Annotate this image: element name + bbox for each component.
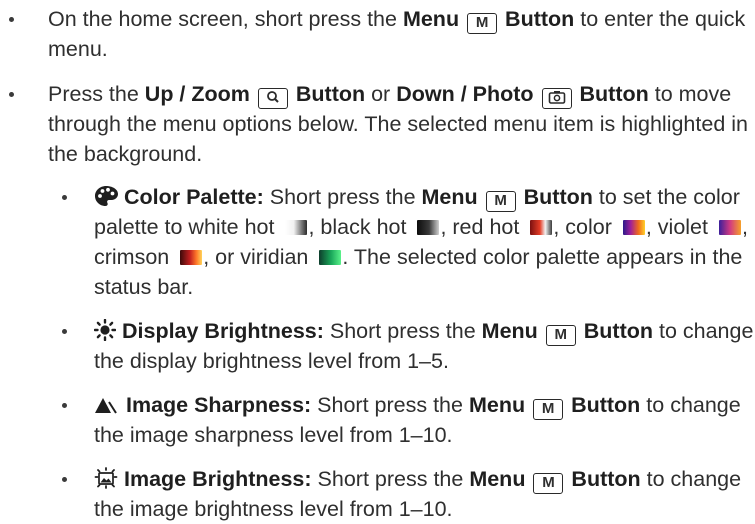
item-text: Short press the <box>263 185 422 209</box>
menu-label: Menu <box>421 185 478 209</box>
button-label: Button <box>571 393 641 417</box>
option-title: Color Palette: <box>123 185 264 209</box>
zoom-icon <box>266 91 279 103</box>
item-text: , black hot <box>308 215 413 239</box>
item-text: , violet <box>645 215 714 239</box>
item-text: Short press the <box>323 319 482 343</box>
image-brightness-icon <box>94 467 118 489</box>
menu-button-key: M <box>545 325 576 346</box>
button-label: Button <box>523 185 593 209</box>
menu-label: Menu <box>469 467 526 491</box>
sharpness-icon <box>95 398 117 414</box>
camera-icon <box>548 91 565 104</box>
button-label: Button <box>295 82 366 106</box>
list-item-image-brightness: Image Brightness: Short press the Menu M… <box>48 464 755 524</box>
option-title: Display Brightness: <box>121 319 324 343</box>
bullet <box>62 403 67 408</box>
list-item-color-palette: Color Palette: Short press the Menu M Bu… <box>48 182 755 302</box>
instruction-list: On the home screen, short press the Menu… <box>0 4 755 524</box>
menu-label: Menu <box>481 319 538 343</box>
button-label: Button <box>583 319 654 343</box>
item-text: Short press the <box>311 467 470 491</box>
menu-button-key: M <box>533 473 564 494</box>
menu-button-key: M <box>467 13 498 34</box>
menu-button-key: M <box>485 191 516 212</box>
black-hot-swatch <box>417 220 440 235</box>
crimson-swatch <box>180 250 203 265</box>
white-hot-swatch <box>285 220 308 235</box>
item-text: , or viridian <box>203 245 315 269</box>
button-label: Button <box>505 7 575 31</box>
bullet <box>62 195 67 200</box>
item-text: , red hot <box>440 215 526 239</box>
viridian-swatch <box>319 250 342 265</box>
list-item: Press the Up / Zoom Button or Down / Pho… <box>0 79 755 524</box>
menu-label: Menu <box>402 7 460 31</box>
zoom-button-key <box>257 88 288 109</box>
item-text: Short press the <box>311 393 469 417</box>
bullet <box>9 17 14 22</box>
photo-button-key <box>541 88 572 109</box>
sun-icon <box>94 319 116 341</box>
down-photo-label: Down / Photo <box>396 82 534 106</box>
palette-icon <box>95 186 118 206</box>
item-text: or <box>365 82 397 106</box>
up-zoom-label: Up / Zoom <box>144 82 250 106</box>
menu-button-key: M <box>533 399 564 420</box>
bullet <box>62 477 67 482</box>
button-label: Button <box>579 82 649 106</box>
list-item-display-brightness: Display Brightness: Short press the Menu… <box>48 316 755 376</box>
list-item: On the home screen, short press the Menu… <box>0 4 755 64</box>
red-hot-swatch <box>530 220 553 235</box>
option-title: Image Sharpness: <box>125 393 312 417</box>
item-text: Press the <box>48 82 145 106</box>
item-text: On the home screen, short press the <box>48 7 403 31</box>
option-title: Image Brightness: <box>123 467 312 491</box>
bullet <box>9 92 14 97</box>
button-label: Button <box>571 467 641 491</box>
item-text: , color <box>553 215 618 239</box>
list-item-image-sharpness: Image Sharpness: Short press the Menu M … <box>48 390 755 450</box>
color-swatch <box>622 220 645 235</box>
violet-swatch <box>718 220 741 235</box>
bullet <box>62 329 67 334</box>
instructions-page: On the home screen, short press the Menu… <box>0 0 755 521</box>
menu-label: Menu <box>468 393 526 417</box>
menu-options-list: Color Palette: Short press the Menu M Bu… <box>48 182 755 524</box>
